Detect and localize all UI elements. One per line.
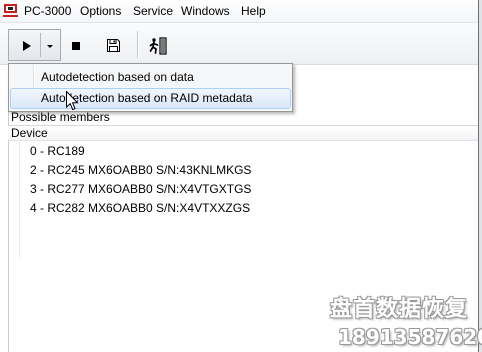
menu-item-autodetect-data[interactable]: Autodetection based on data [10, 66, 291, 88]
list-item[interactable]: 4 - RC282 MX6OABB0 S/N:X4VTXXZGS [9, 199, 478, 218]
stop-button[interactable] [64, 34, 88, 58]
panel-title: Possible members [11, 110, 110, 124]
toolbar-separator [137, 31, 138, 58]
watermark-phone: 18913587620 [338, 325, 482, 349]
column-header-device[interactable]: Device [8, 126, 478, 141]
autodetection-dropdown-menu: Autodetection based on data Autodetectio… [8, 63, 293, 112]
start-split-button[interactable] [8, 29, 61, 61]
chevron-down-icon[interactable] [47, 45, 53, 48]
menu-bar: PC-3000 Options Service Windows Help [0, 0, 478, 23]
menu-windows[interactable]: Windows [181, 4, 230, 18]
pc3000-app-icon[interactable] [3, 3, 18, 18]
menu-help[interactable]: Help [241, 4, 266, 18]
menu-pc3000[interactable]: PC-3000 [24, 4, 71, 18]
device-list: 0 - RC189 2 - RC245 MX6OABB0 S/N:43KNLMK… [9, 142, 478, 218]
play-icon [23, 41, 31, 51]
save-button[interactable] [101, 33, 126, 58]
split-button-divider [40, 33, 41, 57]
floppy-disk-icon [107, 39, 120, 52]
menu-service[interactable]: Service [133, 4, 173, 18]
toolbar [0, 23, 478, 65]
exit-button[interactable] [145, 33, 171, 59]
exit-runner-icon [149, 37, 167, 55]
list-item[interactable]: 0 - RC189 [9, 142, 478, 161]
stop-icon [72, 42, 80, 50]
list-item[interactable]: 2 - RC245 MX6OABB0 S/N:43KNLMKGS [9, 161, 478, 180]
menu-options[interactable]: Options [80, 4, 121, 18]
list-item[interactable]: 3 - RC277 MX6OABB0 S/N:X4VTGXTGS [9, 180, 478, 199]
menu-item-autodetect-raid-metadata[interactable]: Autodetection based on RAID metadata [10, 88, 291, 109]
watermark-text: 盘首数据恢复 [330, 297, 469, 322]
mouse-pointer-icon [66, 91, 79, 111]
